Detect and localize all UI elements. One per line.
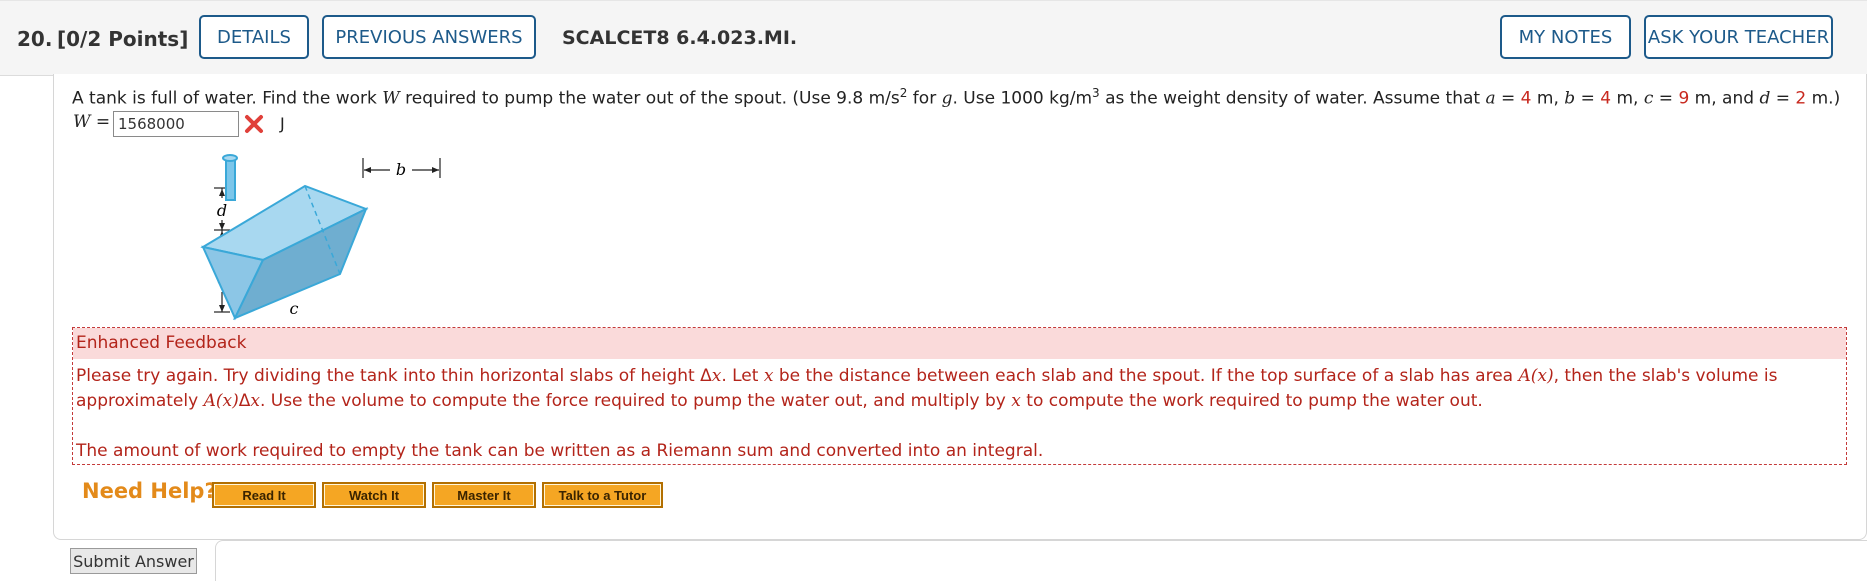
feedback-title: Enhanced Feedback (73, 328, 1846, 359)
incorrect-x-icon (245, 115, 263, 133)
tank-figure: b d a c (200, 154, 441, 321)
question-text: A tank is full of water. Find the work W… (72, 86, 1841, 109)
feedback-line-2: approximately A(x)Δx. Use the volume to … (76, 391, 1483, 411)
question-code: SCALCET8 6.4.023.MI. (562, 27, 798, 49)
question-number: 20. (17, 27, 53, 51)
figure-label-b: b (396, 160, 406, 179)
answer-input[interactable] (113, 111, 239, 137)
details-button[interactable]: DETAILS (199, 15, 309, 59)
figure-label-c: c (290, 299, 299, 318)
question-points: [0/2 Points] (57, 27, 189, 51)
next-question-box (215, 540, 1867, 581)
read-it-button[interactable]: Read It (212, 482, 316, 508)
answer-unit: J (280, 114, 285, 133)
enhanced-feedback: Enhanced Feedback Please try again. Try … (72, 327, 1847, 465)
previous-answers-button[interactable]: PREVIOUS ANSWERS (322, 15, 536, 59)
submit-answer-button[interactable]: Submit Answer (70, 548, 197, 574)
master-it-button[interactable]: Master It (432, 482, 536, 508)
my-notes-button[interactable]: MY NOTES (1500, 15, 1631, 59)
figure-label-d: d (217, 201, 227, 220)
feedback-line-3: The amount of work required to empty the… (76, 441, 1044, 461)
need-help-label: Need Help? (82, 479, 217, 503)
ask-your-teacher-button[interactable]: ASK YOUR TEACHER (1644, 15, 1833, 59)
question-header: 20. [0/2 Points] DETAILS PREVIOUS ANSWER… (0, 0, 1867, 76)
feedback-line-1: Please try again. Try dividing the tank … (76, 366, 1778, 386)
talk-to-tutor-button[interactable]: Talk to a Tutor (542, 482, 663, 508)
watch-it-button[interactable]: Watch It (322, 482, 426, 508)
answer-label: W = (73, 112, 111, 132)
